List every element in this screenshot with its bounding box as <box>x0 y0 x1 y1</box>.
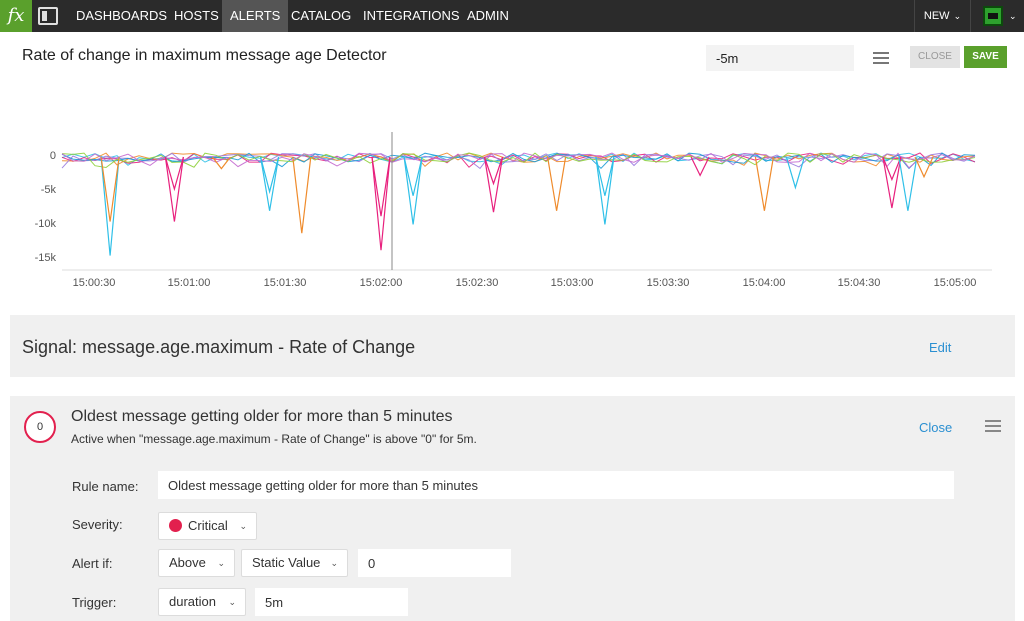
chevron-down-icon: ⌄ <box>217 558 225 568</box>
x-tick-label: 15:04:00 <box>743 277 786 289</box>
page-title: Rate of change in maximum message age De… <box>22 47 387 64</box>
nav-item-admin[interactable]: ADMIN <box>459 0 517 32</box>
avatar[interactable] <box>983 6 1003 26</box>
severity-select[interactable]: Critical ⌄ <box>158 512 257 540</box>
rule-name-label: Rule name: <box>72 479 139 494</box>
chevron-down-icon: ⌄ <box>953 11 962 21</box>
alert-type-select[interactable]: Static Value ⌄ <box>241 549 348 577</box>
nav-item-hosts[interactable]: HOSTS <box>166 0 227 32</box>
trigger-label: Trigger: <box>72 595 117 610</box>
y-tick-label: -10k <box>35 218 57 230</box>
series-spike <box>100 156 120 256</box>
chart-svg: 0 -5k -10k -15k 15:00:30 15:01:00 15:01:30 15:0… <box>35 132 992 289</box>
chevron-down-icon: ⌄ <box>228 597 236 607</box>
nav-item-integrations[interactable]: INTEGRATIONS <box>355 0 468 32</box>
time-range-input[interactable] <box>706 45 854 71</box>
duration-input[interactable] <box>255 588 408 616</box>
panel-toggle-icon[interactable] <box>38 7 58 25</box>
trigger-select[interactable]: duration ⌄ <box>158 588 246 616</box>
nav-item-dashboards[interactable]: DASHBOARDS <box>68 0 175 32</box>
severity-value: Critical <box>188 518 228 533</box>
x-tick-label: 15:00:30 <box>73 277 116 289</box>
x-tick-label: 15:05:00 <box>934 277 977 289</box>
series-spike <box>292 156 312 234</box>
y-tick-label: 0 <box>50 150 56 162</box>
x-tick-label: 15:03:30 <box>647 277 690 289</box>
x-tick-label: 15:02:00 <box>360 277 403 289</box>
save-button[interactable]: SAVE <box>964 46 1007 68</box>
severity-critical-dot <box>169 519 182 532</box>
rule-panel: 0 Oldest message getting older for more … <box>10 396 1015 621</box>
series-spike <box>547 156 567 211</box>
signal-edit-link[interactable]: Edit <box>929 340 951 355</box>
app-logo[interactable]: fx <box>0 0 32 32</box>
rule-description: Active when "message.age.maximum - Rate … <box>71 432 477 446</box>
x-tick-label: 15:01:00 <box>168 277 211 289</box>
chevron-down-icon: ⌄ <box>239 521 247 531</box>
signal-panel: Signal: message.age.maximum - Rate of Ch… <box>10 315 1015 377</box>
x-tick-label: 15:01:30 <box>264 277 307 289</box>
chevron-down-icon: ⌄ <box>330 558 338 568</box>
hamburger-menu-icon[interactable] <box>873 52 889 64</box>
top-nav: fx DASHBOARDS HOSTS ALERTS CATALOG INTEG… <box>0 0 1024 32</box>
x-tick-label: 15:04:30 <box>838 277 881 289</box>
x-tick-label: 15:02:30 <box>456 277 499 289</box>
hamburger-menu-icon[interactable] <box>985 420 1001 432</box>
new-menu-label: NEW <box>923 10 950 22</box>
series-spike <box>754 156 774 211</box>
rule-name-input[interactable] <box>158 471 954 499</box>
trigger-value: duration <box>169 594 216 609</box>
y-tick-label: -5k <box>41 184 57 196</box>
signal-title: Signal: message.age.maximum - Rate of Ch… <box>22 337 416 357</box>
new-menu-button[interactable]: NEW ⌄ <box>914 0 970 32</box>
series-spike <box>898 156 918 211</box>
threshold-input[interactable] <box>358 549 511 577</box>
nav-item-alerts[interactable]: ALERTS <box>222 0 289 32</box>
y-tick-label: -15k <box>35 252 57 264</box>
chevron-down-icon: ⌄ <box>1009 11 1017 21</box>
alert-if-label: Alert if: <box>72 556 113 571</box>
rule-count-badge: 0 <box>24 411 56 443</box>
rule-title: Oldest message getting older for more th… <box>71 408 453 425</box>
x-tick-label: 15:03:00 <box>551 277 594 289</box>
alert-if-value: Above <box>169 555 206 570</box>
alert-type-value: Static Value <box>252 555 321 570</box>
signal-chart[interactable]: 0 -5k -10k -15k 15:00:30 15:01:00 15:01:30 15:0… <box>0 80 1024 312</box>
alert-if-select[interactable]: Above ⌄ <box>158 549 235 577</box>
nav-item-catalog[interactable]: CATALOG <box>283 0 359 32</box>
severity-label: Severity: <box>72 517 123 532</box>
user-menu[interactable]: ⌄ <box>970 0 1024 32</box>
rule-close-link[interactable]: Close <box>919 420 952 435</box>
close-button[interactable]: CLOSE <box>910 46 960 68</box>
